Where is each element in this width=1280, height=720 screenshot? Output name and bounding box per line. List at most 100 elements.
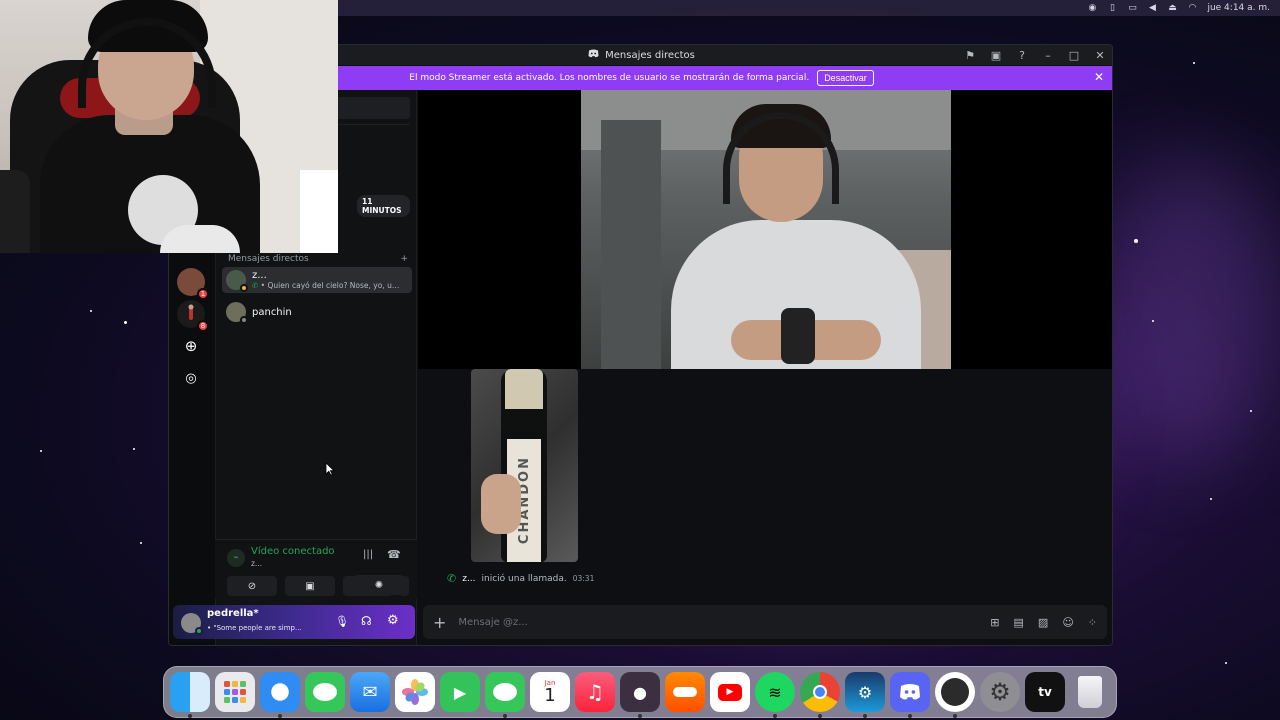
dm-name: z... — [252, 269, 267, 281]
inbox-icon[interactable]: ⚑ — [962, 47, 978, 63]
call-video-stage[interactable] — [418, 90, 1112, 369]
headphones-icon[interactable]: ☊ — [361, 614, 372, 628]
maximize-icon[interactable]: □ — [1066, 47, 1082, 63]
rocket-icon: ✺ — [374, 579, 384, 591]
music-icon[interactable]: ♫ — [575, 672, 615, 712]
dm-substatus: ✆ • Quien cayó del cielo? Nose, yo, una … — [252, 280, 400, 290]
activity-time-badge: 11 MINUTOS — [357, 195, 410, 217]
mail-icon[interactable]: ✉ — [350, 672, 390, 712]
plus-icon: ⊕ — [184, 337, 198, 355]
close-icon[interactable]: ✕ — [1092, 47, 1108, 63]
discord-icon[interactable] — [890, 672, 930, 718]
video-feed[interactable] — [581, 90, 951, 369]
menubar-clock[interactable]: jue 4:14 a. m. — [1207, 3, 1270, 13]
disconnect-icon[interactable]: ☎ — [387, 548, 401, 561]
system-settings-icon[interactable]: ⚙ — [980, 672, 1020, 712]
soundcloud-icon[interactable] — [665, 672, 705, 712]
screen-share-button[interactable]: ▣ — [285, 576, 335, 596]
mouse-cursor-icon — [325, 462, 335, 476]
dm-item[interactable]: panchin — [222, 299, 412, 325]
messages-icon[interactable] — [305, 672, 345, 712]
call-username[interactable]: z... — [462, 574, 475, 584]
eject-icon[interactable]: ⏏ — [1167, 3, 1177, 13]
banner-close-icon[interactable]: ✕ — [1094, 70, 1104, 84]
screen-share-icon[interactable]: ▣ — [988, 47, 1004, 63]
dm-chat-area: CHANDON ✆ z... inició una llamada. 03:31… — [418, 90, 1112, 645]
arc-icon[interactable]: ● — [620, 672, 660, 718]
dm-item[interactable]: z... ✆ • Quien cayó del cielo? Nose, yo,… — [222, 267, 412, 293]
voice-channel[interactable]: z... — [251, 559, 262, 568]
avatar — [226, 270, 248, 292]
user-name[interactable]: pedrella* — [207, 608, 259, 619]
settings-gear-icon[interactable]: ⚙ — [387, 613, 399, 628]
window-title: Mensajes directos — [605, 49, 695, 61]
call-text: inició una llamada. — [481, 573, 567, 584]
emoji-icon[interactable]: ☺ — [1062, 616, 1073, 629]
calendar-icon[interactable]: Jan 1 — [530, 672, 570, 712]
phone-icon: ✆ — [447, 572, 457, 585]
signal-icon: ⌁ — [227, 549, 245, 567]
voice-status[interactable]: Vídeo conectado — [251, 546, 335, 557]
user-custom-status: • "Some people are simp... — [207, 624, 302, 632]
explore-button[interactable]: ◎ — [177, 364, 205, 392]
notification-badge: 1 — [197, 288, 209, 300]
obs-icon[interactable] — [935, 672, 975, 718]
image-attachment[interactable]: CHANDON — [471, 369, 578, 562]
facetime-icon[interactable]: ▶ — [440, 672, 480, 712]
photos-icon[interactable] — [395, 672, 435, 712]
figure-icon — [188, 304, 194, 320]
youtube-icon[interactable]: ▶ — [710, 672, 750, 712]
call-timestamp: 03:31 — [572, 574, 595, 583]
microphone-icon[interactable]: 🎙︎ — [335, 615, 349, 628]
calendar-day: 1 — [544, 685, 556, 706]
screen-icon: ▣ — [305, 580, 315, 592]
avatar[interactable] — [181, 613, 203, 635]
steam-icon[interactable]: ⚙ — [845, 672, 885, 718]
idle-status-icon — [240, 284, 248, 292]
video-toggle-button[interactable]: ⊘ — [227, 576, 277, 596]
camera-off-icon: ⊘ — [247, 580, 257, 592]
finder-icon[interactable] — [170, 672, 210, 718]
apple-tv-icon[interactable]: tv — [1025, 672, 1065, 712]
apple-tv-label: tv — [1038, 685, 1052, 699]
online-status-icon — [195, 627, 203, 635]
avatar — [226, 302, 248, 324]
compass-icon: ◎ — [185, 370, 197, 386]
gift-icon[interactable]: ⊞ — [990, 616, 999, 629]
notification-badge: 8 — [197, 320, 209, 332]
account-icon[interactable]: ◉ — [1087, 3, 1097, 13]
sticker-icon[interactable]: ▨ — [1038, 616, 1048, 629]
message-composer: + Mensaje @z... ⊞ ▤ ▨ ☺ ⁘ — [423, 605, 1107, 639]
phone-icon: ✆ — [252, 280, 261, 290]
dm-header-label: Mensajes directos — [228, 254, 309, 264]
webcam-overlay — [0, 0, 338, 253]
attach-plus-icon[interactable]: + — [433, 613, 446, 632]
volume-icon[interactable]: ◀ — [1147, 3, 1157, 13]
offline-status-icon — [240, 316, 248, 324]
user-panel: pedrella* • "Some people are simp... 🎙︎ … — [173, 605, 415, 639]
help-icon[interactable]: ? — [1014, 47, 1030, 63]
server-icon[interactable]: 1 — [177, 268, 209, 300]
server-icon[interactable]: 8 — [177, 300, 209, 332]
messages-2-icon[interactable] — [485, 672, 525, 718]
wifi-icon[interactable]: ◠ — [1187, 3, 1197, 13]
minimize-icon[interactable]: – — [1040, 47, 1056, 63]
gif-icon[interactable]: ▤ — [1014, 616, 1024, 629]
safari-icon[interactable] — [260, 672, 300, 718]
dm-name: panchin — [252, 306, 292, 318]
chrome-icon[interactable] — [800, 672, 840, 718]
message-input[interactable]: Mensaje @z... — [458, 617, 990, 628]
soundboard-icon[interactable]: ||| — [363, 549, 373, 560]
apps-icon[interactable]: ⁘ — [1088, 616, 1097, 629]
add-dm-icon[interactable]: + — [400, 254, 408, 264]
discord-icon — [588, 49, 599, 61]
trash-icon[interactable] — [1070, 672, 1110, 712]
launchpad-icon[interactable] — [215, 672, 255, 712]
soundboard-button[interactable]: ✺ — [354, 575, 404, 595]
tablet-icon[interactable]: ▯ — [1107, 3, 1117, 13]
spotify-icon[interactable]: ≋ — [755, 672, 795, 718]
screen-icon[interactable]: ▭ — [1127, 3, 1137, 13]
deactivate-button[interactable]: Desactivar — [817, 70, 874, 86]
streamer-banner-text: El modo Streamer está activado. Los nomb… — [409, 73, 810, 83]
add-server-button[interactable]: ⊕ — [177, 332, 205, 360]
